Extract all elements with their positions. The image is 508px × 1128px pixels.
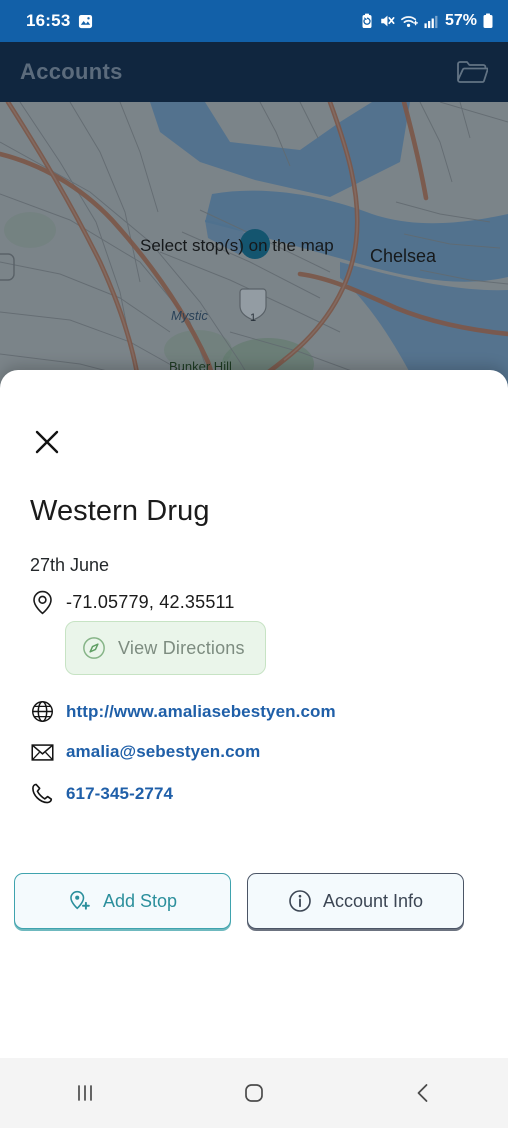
recents-icon[interactable] xyxy=(40,1068,130,1118)
location-pin-icon xyxy=(30,590,54,615)
website-link[interactable]: http://www.amaliasebestyen.com xyxy=(66,702,336,722)
page-title: Accounts xyxy=(20,59,123,84)
mute-icon xyxy=(379,13,395,29)
compass-icon xyxy=(82,635,106,661)
phone-link[interactable]: 617-345-2774 xyxy=(66,784,173,804)
view-directions-button[interactable]: View Directions xyxy=(65,621,266,675)
website-row[interactable]: http://www.amaliasebestyen.com xyxy=(30,700,336,723)
account-info-button[interactable]: Account Info xyxy=(247,873,464,929)
coordinates-value: -71.05779, 42.35511 xyxy=(66,592,235,612)
battery-icon xyxy=(482,13,494,29)
view-directions-label: View Directions xyxy=(118,637,245,658)
map-label-mystic: Mystic xyxy=(171,308,208,323)
map-label-chelsea: Chelsea xyxy=(370,246,437,266)
pin-plus-icon xyxy=(68,889,92,914)
stop-detail-sheet: Western Drug 27th June -71.05779, 42.355… xyxy=(0,370,508,1058)
stop-date: 27th June xyxy=(30,555,110,575)
business-name: Western Drug xyxy=(30,495,210,527)
battery-percent: 57% xyxy=(444,12,477,29)
envelope-icon xyxy=(30,743,54,762)
home-icon[interactable] xyxy=(209,1068,299,1118)
folder-icon[interactable] xyxy=(456,59,488,85)
status-bar: 16:53 57% xyxy=(0,0,508,42)
account-info-label: Account Info xyxy=(322,890,424,911)
status-bar-right: 57% xyxy=(360,12,494,30)
add-stop-button[interactable]: Add Stop xyxy=(14,873,231,929)
email-link[interactable]: amalia@sebestyen.com xyxy=(66,742,260,762)
image-icon xyxy=(78,14,93,29)
power-save-icon xyxy=(360,13,374,29)
email-row[interactable]: amalia@sebestyen.com xyxy=(30,742,260,762)
app-header: Accounts xyxy=(0,42,508,102)
back-icon[interactable] xyxy=(378,1068,468,1118)
info-icon xyxy=(288,889,312,913)
status-bar-left: 16:53 xyxy=(26,11,93,31)
wifi-icon xyxy=(400,13,419,29)
phone-row[interactable]: 617-345-2774 xyxy=(30,782,173,805)
close-icon[interactable] xyxy=(30,425,64,459)
map-instruction-text: Select stop(s) on the map xyxy=(140,236,334,255)
map-view[interactable]: 1 Mystic Bunker Hill Select stop(s) on t… xyxy=(0,102,508,392)
signal-icon xyxy=(424,14,439,29)
status-clock: 16:53 xyxy=(26,11,71,30)
svg-text:1: 1 xyxy=(250,312,256,324)
coordinates-row: -71.05779, 42.35511 xyxy=(30,590,235,615)
action-button-row: Add Stop Account Info xyxy=(14,873,464,929)
android-nav-bar xyxy=(0,1058,508,1128)
globe-icon xyxy=(30,700,54,723)
add-stop-label: Add Stop xyxy=(102,890,178,911)
phone-screen: 16:53 57% Accounts 1 Mystic Bunker Hill … xyxy=(0,0,508,1128)
phone-icon xyxy=(30,782,54,805)
